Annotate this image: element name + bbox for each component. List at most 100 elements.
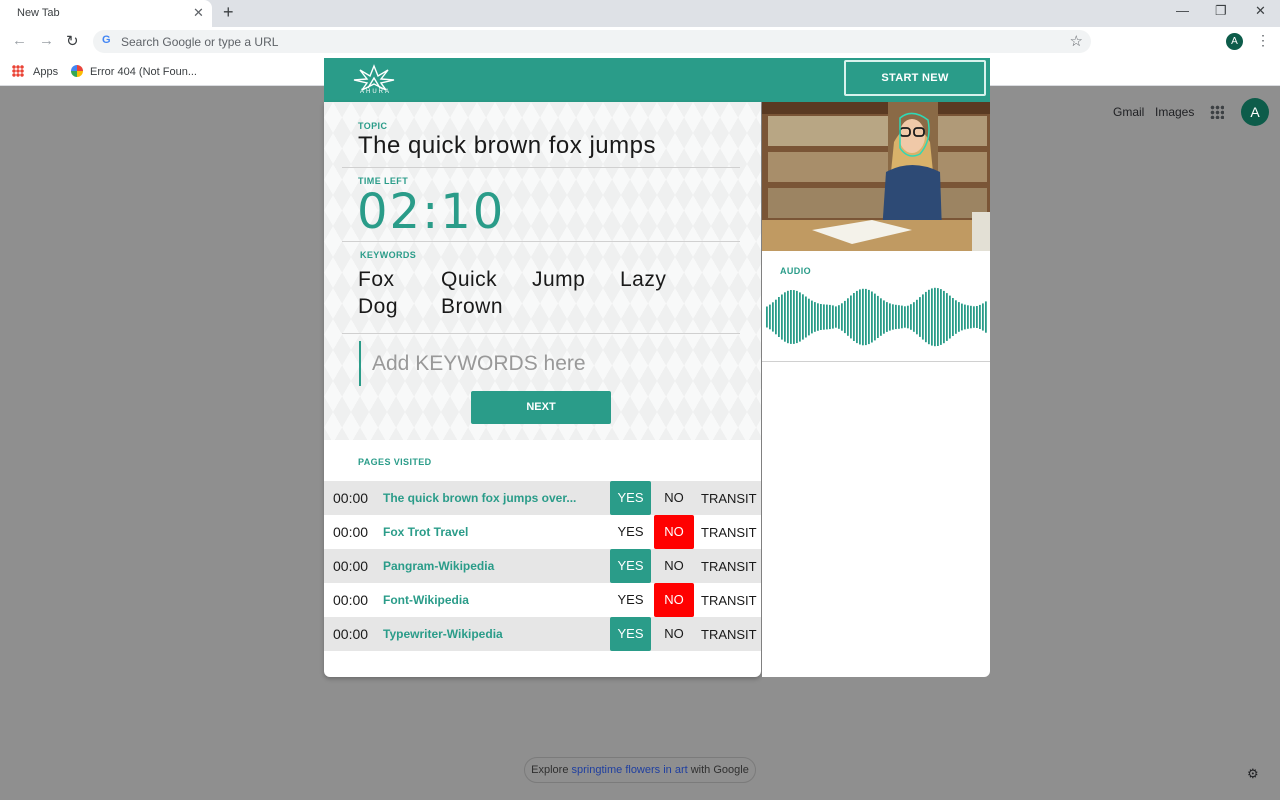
yes-button[interactable]: YES: [610, 617, 651, 651]
no-button[interactable]: NO: [654, 515, 694, 549]
bookmark-apps[interactable]: Apps: [33, 66, 58, 78]
waveform-bar: [955, 300, 957, 334]
page-link[interactable]: Pangram-Wikipedia: [383, 559, 494, 573]
waveform-bar: [904, 306, 906, 328]
start-new-button[interactable]: START NEW: [844, 60, 986, 96]
page-link[interactable]: Font-Wikipedia: [383, 593, 469, 607]
yes-button[interactable]: YES: [610, 481, 651, 515]
keyword-chip: Lazy: [620, 268, 667, 291]
no-button[interactable]: NO: [654, 481, 694, 515]
waveform-bar: [976, 306, 978, 328]
bookmark-favicon-icon: [71, 65, 83, 77]
keywords-label: KEYWORDS: [360, 250, 417, 260]
waveform-bar: [832, 305, 834, 329]
transit-button[interactable]: TRANSIT: [701, 525, 757, 540]
yes-button[interactable]: YES: [610, 515, 651, 549]
gmail-link[interactable]: Gmail: [1113, 105, 1144, 119]
page-time: 00:00: [333, 626, 369, 642]
waveform-bar: [784, 292, 786, 342]
divider: [342, 167, 740, 168]
waveform-bar: [985, 301, 987, 333]
topic-label: TOPIC: [358, 121, 388, 131]
waveform-bar: [805, 296, 807, 338]
waveform-bar: [859, 289, 861, 345]
back-icon[interactable]: ←: [12, 32, 27, 49]
settings-gear-icon[interactable]: ⚙: [1247, 766, 1259, 782]
waveform-bar: [913, 302, 915, 332]
omnibox-placeholder: Search Google or type a URL: [121, 35, 279, 49]
waveform-bar: [853, 293, 855, 341]
page-time: 00:00: [333, 524, 369, 540]
waveform-bar: [982, 303, 984, 331]
bookmark-star-icon[interactable]: ☆: [1070, 32, 1083, 50]
waveform-bar: [883, 300, 885, 334]
apps-grid-icon[interactable]: [12, 65, 24, 77]
google-account-avatar[interactable]: A: [1241, 98, 1269, 126]
next-button[interactable]: NEXT: [471, 391, 611, 424]
page-link[interactable]: The quick brown fox jumps over...: [383, 491, 576, 505]
waveform-bar: [826, 304, 828, 330]
waveform-bar: [916, 299, 918, 335]
address-bar[interactable]: G Search Google or type a URL ☆: [93, 30, 1091, 53]
close-window-button[interactable]: ✕: [1255, 3, 1266, 19]
bookmark-error-404[interactable]: Error 404 (Not Foun...: [90, 66, 197, 78]
waveform-bar: [868, 289, 870, 345]
waveform-bar: [937, 288, 939, 346]
new-tab-button[interactable]: +: [223, 2, 234, 23]
waveform-bar: [892, 304, 894, 330]
no-button[interactable]: NO: [654, 549, 694, 583]
table-row: 00:00 Font-Wikipedia YES NO TRANSIT: [324, 583, 761, 617]
waveform-bar: [808, 298, 810, 336]
explore-link[interactable]: springtime flowers in art: [572, 764, 688, 776]
yes-button[interactable]: YES: [610, 583, 651, 617]
yes-button[interactable]: YES: [610, 549, 651, 583]
restore-button[interactable]: ❐: [1215, 3, 1227, 19]
waveform-bar: [910, 304, 912, 330]
waveform-bar: [799, 292, 801, 342]
explore-chip[interactable]: Explore springtime flowers in art with G…: [524, 757, 756, 783]
transit-button[interactable]: TRANSIT: [701, 627, 757, 642]
waveform-bar: [814, 302, 816, 332]
waveform-bar: [973, 306, 975, 328]
forward-icon[interactable]: →: [39, 32, 54, 49]
waveform-bar: [943, 290, 945, 344]
table-row: 00:00 Typewriter-Wikipedia YES NO TRANSI…: [324, 617, 761, 651]
waveform-bar: [850, 295, 852, 339]
waveform-bar: [931, 288, 933, 346]
waveform-bar: [967, 305, 969, 329]
keyword-chip: Quick: [441, 268, 498, 291]
waveform-bar: [787, 290, 789, 344]
waveform-bar: [829, 304, 831, 330]
waveform-bar: [898, 305, 900, 329]
waveform-bar: [871, 291, 873, 343]
browser-menu-icon[interactable]: ⋮: [1256, 32, 1270, 49]
profile-avatar[interactable]: A: [1226, 33, 1243, 50]
waveform-bar: [835, 306, 837, 328]
google-apps-icon[interactable]: [1210, 105, 1224, 119]
table-row: 00:00 Fox Trot Travel YES NO TRANSIT: [324, 515, 761, 549]
tab-new-tab[interactable]: New Tab ✕: [0, 0, 212, 27]
no-button[interactable]: NO: [654, 583, 694, 617]
no-button[interactable]: NO: [654, 617, 694, 651]
page-link[interactable]: Fox Trot Travel: [383, 525, 468, 539]
add-keywords-input[interactable]: [372, 349, 732, 379]
waveform-bar: [949, 295, 951, 339]
tab-strip: New Tab ✕ + — ❐ ✕: [0, 0, 1280, 27]
tab-close-icon[interactable]: ✕: [193, 5, 204, 21]
waveform-bar: [793, 290, 795, 344]
keyword-chip: Fox: [358, 268, 395, 291]
transit-button[interactable]: TRANSIT: [701, 593, 757, 608]
waveform-bar: [889, 303, 891, 331]
audio-label: AUDIO: [780, 266, 811, 276]
page-link[interactable]: Typewriter-Wikipedia: [383, 627, 503, 641]
waveform-bar: [856, 290, 858, 344]
transit-button[interactable]: TRANSIT: [701, 491, 757, 506]
images-link[interactable]: Images: [1155, 105, 1194, 119]
waveform-bar: [802, 294, 804, 340]
transit-button[interactable]: TRANSIT: [701, 559, 757, 574]
waveform-bar: [877, 295, 879, 338]
minimize-button[interactable]: —: [1176, 3, 1189, 18]
google-icon: G: [102, 34, 111, 46]
browser-toolbar: ← → ↻ G Search Google or type a URL ☆ A …: [0, 27, 1280, 56]
reload-icon[interactable]: ↻: [66, 32, 79, 50]
